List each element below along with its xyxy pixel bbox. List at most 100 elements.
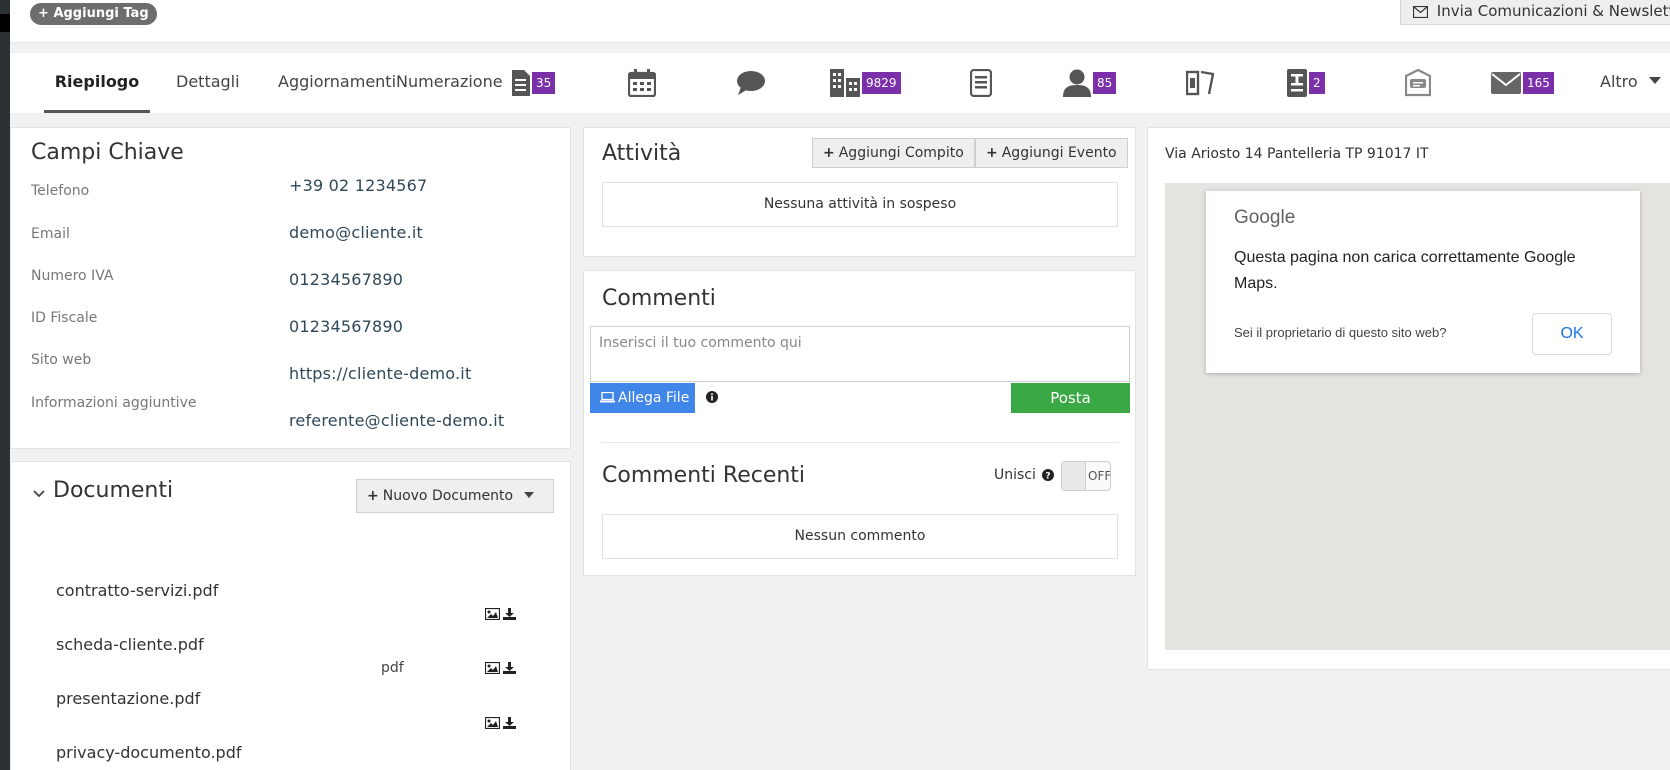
tab-dettagli[interactable]: Dettagli [176, 53, 240, 113]
more-label: Altro [1600, 72, 1638, 91]
plus-icon: + [367, 488, 379, 504]
document-name-link[interactable]: privacy-documento.pdf [56, 743, 241, 762]
field-label: Sito web [31, 352, 92, 368]
recent-comments-title: Commenti Recenti [602, 463, 806, 488]
tax-id-value: 01234567890 [289, 317, 404, 336]
newsletter-button[interactable]: Invia Comunicazioni & Newsletter [1400, 0, 1670, 25]
tab-riepilogo[interactable]: Riepilogo [44, 53, 150, 113]
add-tag-button[interactable]: + Aggiungi Tag [30, 3, 157, 25]
new-document-button[interactable]: + Nuovo Documento [356, 479, 554, 513]
plus-icon: + [986, 145, 998, 161]
help-icon[interactable]: ? [1042, 469, 1054, 481]
key-fields-panel: Campi Chiave Telefono +39 02 1234567 Ema… [10, 127, 571, 449]
companies-count-badge: 9829 [862, 72, 901, 94]
info-icon[interactable] [706, 391, 718, 403]
documents-panel: Documenti + Nuovo Documento contratto-ser… [10, 461, 571, 770]
key-fields-title: Campi Chiave [31, 140, 184, 165]
address: Via Ariosto 14 Pantelleria TP 91017 IT [1165, 146, 1429, 162]
add-tag-label: Aggiungi Tag [53, 6, 149, 21]
merge-toggle[interactable]: OFF [1061, 461, 1111, 491]
document-actions [485, 717, 516, 729]
document-name-link[interactable]: scheda-cliente.pdf [56, 635, 204, 654]
phone-value[interactable]: +39 02 1234567 [289, 176, 427, 195]
field-label: Email [31, 226, 70, 242]
plus-icon: + [38, 6, 49, 21]
website-value[interactable]: https://cliente-demo.it [289, 364, 471, 383]
tab-calendar[interactable] [628, 65, 656, 101]
additional-info-value[interactable]: referente@cliente-demo.it [289, 411, 504, 430]
tab-documents[interactable]: 35 [510, 65, 556, 101]
contacts-count-badge: 85 [1093, 72, 1117, 94]
activities-title: Attività [602, 141, 682, 166]
comment-icon [737, 71, 765, 95]
add-task-label: Aggiungi Compito [838, 145, 964, 161]
vat-number-value: 01234567890 [289, 270, 404, 289]
download-icon[interactable] [503, 608, 516, 620]
divider [602, 442, 1118, 443]
newsletter-label: Invia Comunicazioni & Newsletter [1436, 2, 1670, 20]
map-error-dialog: Google Questa pagina non carica corretta… [1206, 191, 1640, 373]
envelope-icon [1491, 72, 1521, 94]
comment-input[interactable] [590, 326, 1130, 382]
receipt-icon [970, 69, 992, 97]
field-label: Telefono [31, 183, 90, 199]
toggle-knob [1062, 462, 1086, 490]
image-preview-icon[interactable] [485, 717, 500, 729]
toggle-state: OFF [1088, 469, 1111, 483]
activities-panel: Attività + Aggiungi Compito + Aggiungi Eve… [583, 127, 1136, 257]
merge-label: Unisci [994, 467, 1036, 483]
documents-title[interactable]: Documenti [53, 478, 173, 503]
id-card-icon [1287, 69, 1307, 97]
image-preview-icon[interactable] [485, 662, 500, 674]
tab-numerazione-label[interactable]: Numerazione [396, 72, 503, 91]
comments-panel: Commenti Allega File Posta Commenti Rece… [583, 270, 1136, 576]
attach-file-button[interactable]: Allega File [590, 383, 695, 413]
tab-reports[interactable]: 2 [1287, 65, 1325, 101]
download-icon[interactable] [503, 662, 516, 674]
add-event-label: Aggiungi Evento [1001, 145, 1117, 161]
comments-title: Commenti [602, 286, 716, 311]
tab-tickets[interactable] [1186, 65, 1214, 101]
field-label: Informazioni aggiuntive [31, 395, 197, 411]
reports-count-badge: 2 [1309, 72, 1325, 94]
caret-down-icon [523, 492, 534, 498]
tab-invoices[interactable] [970, 65, 992, 101]
document-type: pdf [381, 660, 404, 676]
add-event-button[interactable]: + Aggiungi Evento [975, 138, 1128, 168]
tab-companies[interactable]: 9829 [830, 65, 901, 101]
tab-emails[interactable]: 165 [1491, 65, 1554, 101]
message-badge-icon [1405, 69, 1431, 97]
document-icon [512, 70, 530, 96]
chevron-down-icon[interactable] [33, 490, 45, 498]
caret-down-icon [1648, 77, 1661, 84]
map-owner-question: Sei il proprietario di questo sito web? [1234, 325, 1447, 340]
tabs-bar: Riepilogo Dettagli AggiornamentiNumerazi… [10, 53, 1670, 113]
map-error-message: Questa pagina non carica correttamente G… [1234, 249, 1576, 292]
document-name-link[interactable]: presentazione.pdf [56, 689, 200, 708]
no-pending-activities: Nessuna attività in sospeso [602, 182, 1118, 227]
no-comments: Nessun commento [602, 514, 1118, 559]
svg-text:?: ? [1045, 472, 1050, 482]
tab-contacts[interactable]: 85 [1063, 65, 1117, 101]
tab-aggiornamenti-label: Aggiornamenti [278, 72, 397, 91]
add-task-button[interactable]: + Aggiungi Compito [812, 138, 975, 168]
google-logo: Google [1234, 207, 1296, 228]
document-name-link[interactable]: contratto-servizi.pdf [56, 581, 218, 600]
more-dropdown[interactable]: Altro [1600, 53, 1661, 110]
top-bar: + Aggiungi Tag Invia Comunicazioni & New… [10, 0, 1670, 43]
plus-icon: + [823, 145, 835, 161]
field-label: Numero IVA [31, 268, 114, 284]
image-preview-icon[interactable] [485, 608, 500, 620]
tab-aggiornamenti[interactable]: AggiornamentiNumerazione [278, 53, 503, 113]
email-value[interactable]: demo@cliente.it [289, 223, 423, 242]
download-icon[interactable] [503, 717, 516, 729]
tab-comments[interactable] [736, 65, 766, 101]
document-actions [485, 608, 516, 620]
building-icon [830, 69, 860, 97]
map-ok-button[interactable]: OK [1532, 313, 1612, 355]
post-comment-button[interactable]: Posta [1011, 383, 1130, 413]
attach-file-label: Allega File [618, 390, 690, 406]
tab-messages[interactable] [1405, 65, 1431, 101]
left-edge-strip [0, 0, 10, 770]
field-label: ID Fiscale [31, 310, 98, 326]
